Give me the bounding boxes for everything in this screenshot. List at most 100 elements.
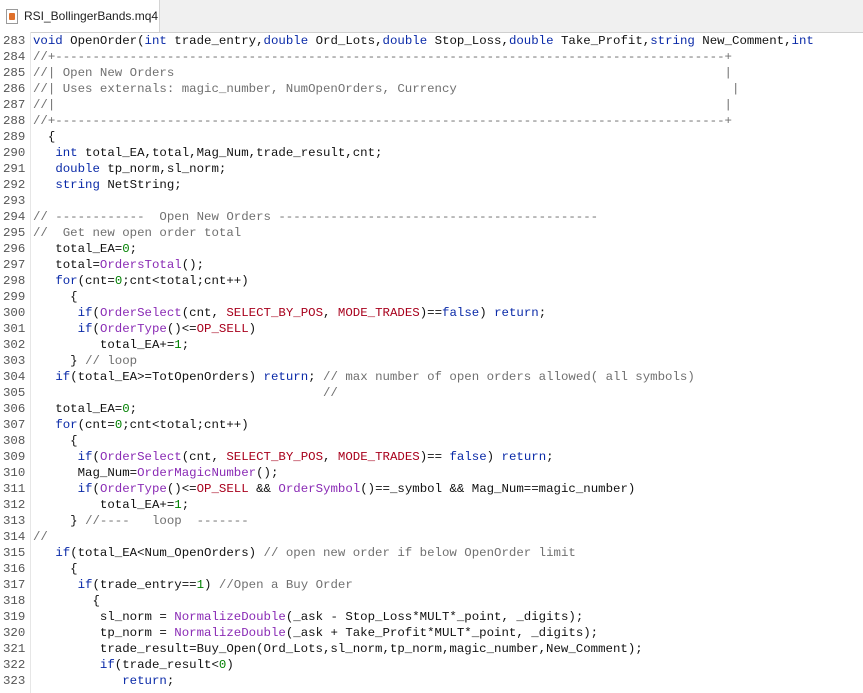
line-number: 299 [3,290,26,304]
code-text: total_EA+=1; [33,338,190,352]
line-number: 298 [3,274,26,288]
line-number: 292 [3,178,26,192]
code-text: string NetString; [55,178,182,192]
tab-bar: RSI_BollingerBands.mq4 [0,0,863,33]
code-line[interactable]: 317 if(trade_entry==1) //Open a Buy Orde… [0,577,863,593]
code-text: void OpenOrder(int trade_entry,double Or… [33,34,814,48]
code-text: double tp_norm,sl_norm; [55,162,227,176]
code-line[interactable]: 319 sl_norm = NormalizeDouble(_ask - Sto… [0,609,863,625]
code-line[interactable]: 283 void OpenOrder(int trade_entry,double… [0,33,863,49]
code-line[interactable]: 313 } //---- loop ------- [0,513,863,529]
code-text: //+-------------------------------------… [33,50,732,64]
code-line[interactable]: 316 { [0,561,863,577]
code-line[interactable]: 314 // [0,529,863,545]
line-number: 286 [3,82,26,96]
line-number: 284 [3,50,26,64]
code-line[interactable]: 292 string NetString; [0,177,863,193]
line-number: 321 [3,642,26,656]
code-text: { [33,594,100,608]
line-number: 296 [3,242,26,256]
code-text: total_EA=0; [33,242,138,256]
code-line[interactable]: 291 double tp_norm,sl_norm; [0,161,863,177]
line-number: 288 [3,114,26,128]
code-line[interactable]: 290 int total_EA,total,Mag_Num,trade_res… [0,145,863,161]
code-text: { [33,130,56,144]
line-number: 313 [3,514,26,528]
code-line[interactable]: 323 return; [0,673,863,689]
line-number: 294 [3,210,26,224]
code-line[interactable]: 307 for(cnt=0;cnt<total;cnt++) [0,417,863,433]
code-line[interactable]: 315 if(total_EA<Num_OpenOrders) // open … [0,545,863,561]
code-line[interactable]: 286 //| Uses externals: magic_number, Num… [0,81,863,97]
code-text: // [33,530,48,544]
code-text: { [33,290,78,304]
code-text: if(trade_entry==1) //Open a Buy Order [77,578,353,592]
code-line[interactable]: 298 for(cnt=0;cnt<total;cnt++) [0,273,863,289]
line-number: 291 [3,162,26,176]
line-number: 289 [3,130,26,144]
code-text: for(cnt=0;cnt<total;cnt++) [55,418,249,432]
code-text: trade_result=Buy_Open(Ord_Lots,sl_norm,t… [33,642,643,656]
code-text: // Get new open order total [33,226,242,240]
code-text: //| Open New Orders | [33,66,732,80]
line-number: 287 [3,98,26,112]
code-line[interactable]: 294 // ------------ Open New Orders -----… [0,209,863,225]
code-line[interactable]: 289 { [0,129,863,145]
code-line[interactable]: 293 [0,193,863,209]
code-line[interactable]: 285 //| Open New Orders | [0,65,863,81]
code-line[interactable]: 308 { [0,433,863,449]
code-text: // ------------ Open New Orders --------… [33,210,599,224]
code-line[interactable]: 311 if(OrderType()<=OP_SELL && OrderSymb… [0,481,863,497]
code-line[interactable]: 302 total_EA+=1; [0,337,863,353]
code-line[interactable]: 287 //| | [0,97,863,113]
code-line[interactable]: 309 if(OrderSelect(cnt, SELECT_BY_POS, M… [0,449,863,465]
code-text: } // loop [33,354,138,368]
line-number: 304 [3,370,26,384]
line-number: 322 [3,658,26,672]
code-line[interactable]: 300 if(OrderSelect(cnt, SELECT_BY_POS, M… [0,305,863,321]
code-line[interactable]: 296 total_EA=0; [0,241,863,257]
line-number: 317 [3,578,26,592]
line-number: 283 [3,34,26,48]
code-line[interactable]: 299 { [0,289,863,305]
code-text: } //---- loop ------- [33,514,249,528]
code-line[interactable]: 295 // Get new open order total [0,225,863,241]
line-number: 312 [3,498,26,512]
line-number: 303 [3,354,26,368]
line-number: 318 [3,594,26,608]
code-line[interactable]: 306 total_EA=0; [0,401,863,417]
code-line[interactable]: 322 if(trade_result<0) [0,657,863,673]
code-line[interactable]: 303 } // loop [0,353,863,369]
code-line[interactable]: 288 //+----------------------------------… [0,113,863,129]
line-number: 307 [3,418,26,432]
code-line[interactable]: 284 //+----------------------------------… [0,49,863,65]
code-text: { [33,434,78,448]
line-number: 285 [3,66,26,80]
code-line[interactable]: 310 Mag_Num=OrderMagicNumber(); [0,465,863,481]
code-text: if(trade_result<0) [99,658,234,672]
code-line[interactable]: 312 total_EA+=1; [0,497,863,513]
line-number: 301 [3,322,26,336]
tab-file[interactable]: RSI_BollingerBands.mq4 [0,0,160,32]
code-text: if(OrderSelect(cnt, SELECT_BY_POS, MODE_… [77,450,554,464]
code-line[interactable]: 304 if(total_EA>=TotOpenOrders) return; … [0,369,863,385]
code-line[interactable]: 320 tp_norm = NormalizeDouble(_ask + Tak… [0,625,863,641]
line-number: 297 [3,258,26,272]
code-text: if(total_EA>=TotOpenOrders) return; // m… [55,370,695,384]
line-number: 300 [3,306,26,320]
code-text: if(OrderType()<=OP_SELL && OrderSymbol()… [77,482,636,496]
mq4-file-icon [6,8,18,24]
code-text: if(OrderType()<=OP_SELL) [77,322,257,336]
code-text: for(cnt=0;cnt<total;cnt++) [55,274,249,288]
line-number: 316 [3,562,26,576]
code-line[interactable]: 297 total=OrdersTotal(); [0,257,863,273]
code-line[interactable]: 305 // [0,385,863,401]
code-line[interactable]: 321 trade_result=Buy_Open(Ord_Lots,sl_no… [0,641,863,657]
code-text: int total_EA,total,Mag_Num,trade_result,… [55,146,383,160]
line-number: 311 [3,482,26,496]
line-number: 323 [3,674,26,688]
line-number: 310 [3,466,26,480]
code-editor[interactable]: 283 void OpenOrder(int trade_entry,double… [0,32,863,693]
code-line[interactable]: 301 if(OrderType()<=OP_SELL) [0,321,863,337]
code-line[interactable]: 318 { [0,593,863,609]
